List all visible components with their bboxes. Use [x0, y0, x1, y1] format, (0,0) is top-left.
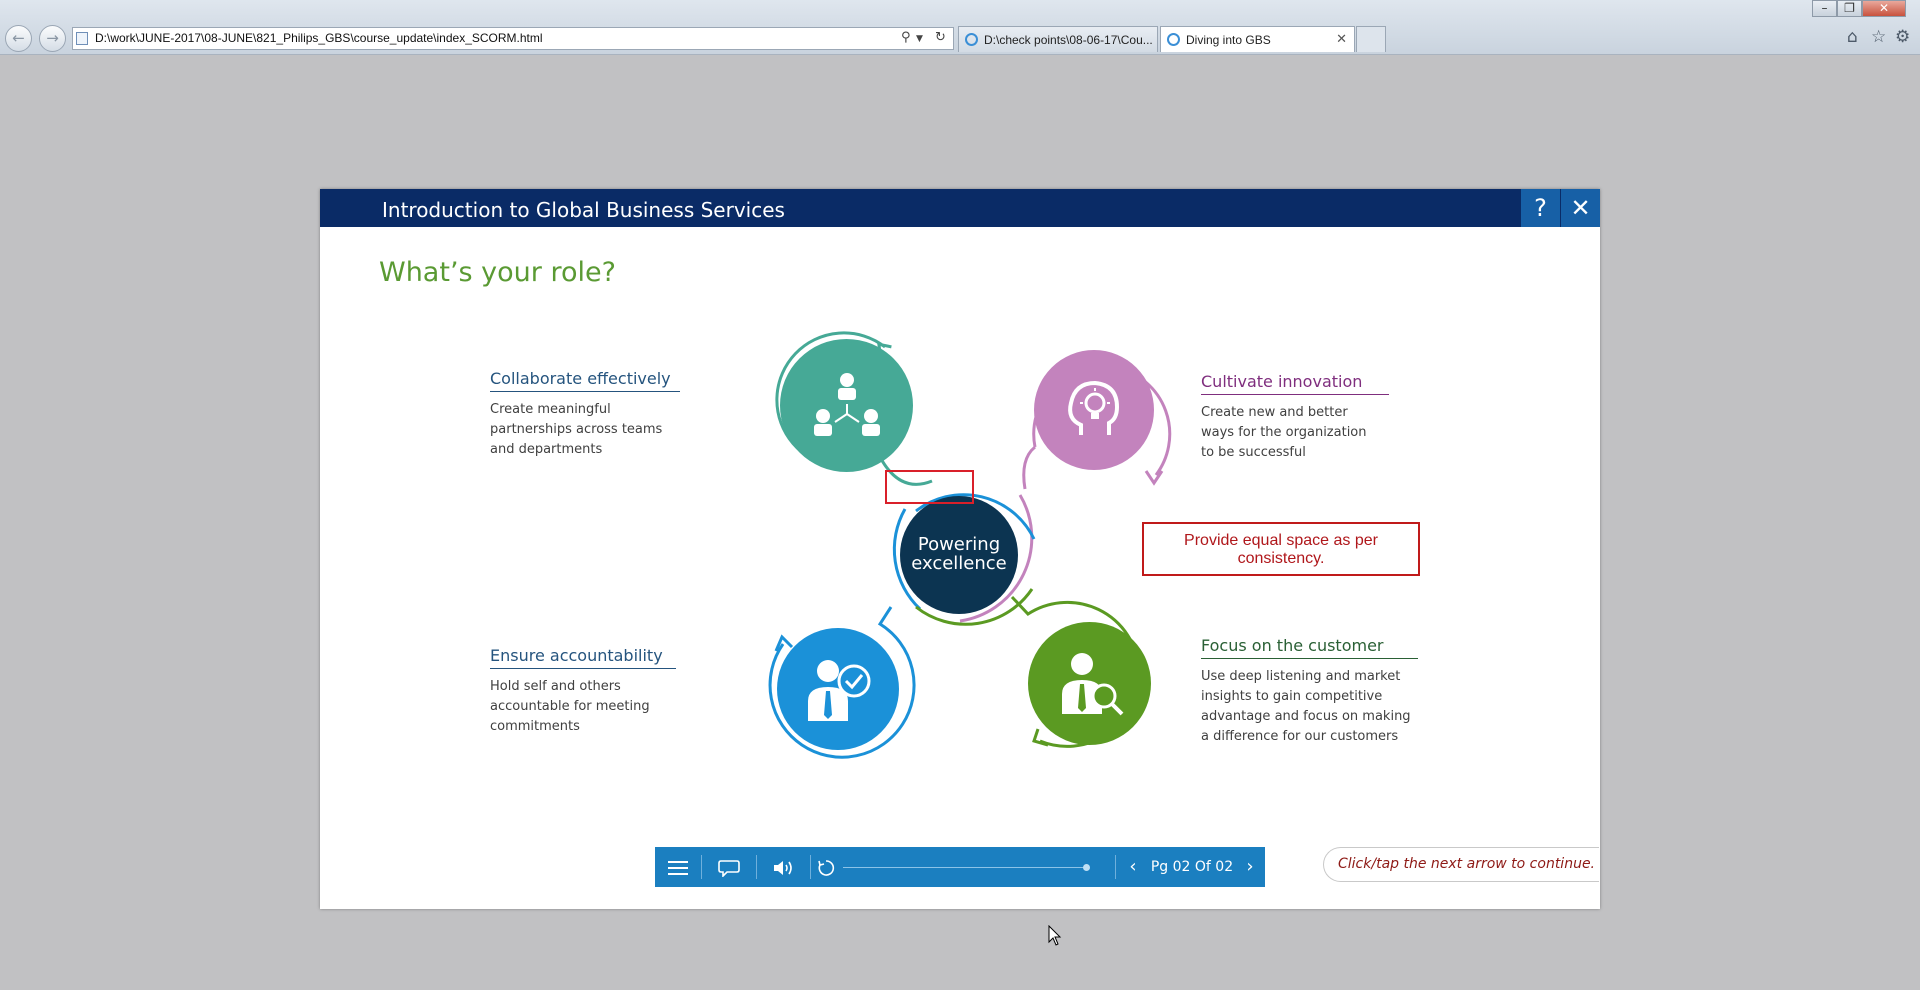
restore-icon[interactable]: ❐ — [1837, 0, 1862, 17]
course-window: Introduction to Global Business Services… — [320, 189, 1600, 909]
gear-icon[interactable]: ⚙ — [1895, 27, 1910, 47]
role-desc-accountability: Hold self and others accountable for mee… — [490, 679, 650, 734]
role-title-collaborate: Collaborate effectively — [490, 369, 680, 392]
star-icon[interactable]: ☆ — [1871, 27, 1886, 47]
center-line2: excellence — [911, 553, 1007, 574]
refresh-icon[interactable]: ↻ — [935, 30, 946, 45]
player-controls: ‹ Pg 02 Of 02 › — [655, 847, 1265, 887]
customer-circle[interactable] — [1028, 622, 1151, 745]
review-annotation: Provide equal space as per consistency. — [1142, 522, 1420, 576]
tab-diving-into-gbs[interactable]: Diving into GBS ✕ — [1160, 26, 1355, 52]
prev-page-button[interactable]: ‹ — [1121, 847, 1145, 887]
audio-button[interactable] — [757, 847, 810, 887]
center-line1: Powering — [917, 534, 1001, 555]
tab-check-points[interactable]: D:\check points\08-06-17\Cou... — [958, 26, 1158, 52]
role-desc-customer: Use deep listening and market insights t… — [1201, 669, 1411, 744]
innovate-circle[interactable] — [1034, 350, 1154, 470]
review-highlight-box — [885, 470, 974, 504]
menu-button[interactable] — [655, 847, 701, 887]
replay-button[interactable] — [811, 847, 841, 887]
back-button[interactable]: ← — [5, 25, 32, 52]
tab-close-icon[interactable]: ✕ — [1336, 31, 1347, 47]
role-title-accountability: Ensure accountability — [490, 646, 676, 669]
close-icon[interactable]: ✕ — [1862, 0, 1906, 17]
page-icon — [76, 32, 88, 45]
replay-icon — [818, 859, 835, 876]
speaker-icon — [773, 860, 792, 875]
role-desc-innovate: Create new and better ways for the organ… — [1201, 405, 1367, 460]
address-url: D:\work\JUNE-2017\08-JUNE\821_Philips_GB… — [95, 31, 543, 45]
person-magnifier-icon — [1061, 652, 1123, 715]
forward-button[interactable]: → — [39, 25, 66, 52]
home-icon[interactable]: ⌂ — [1847, 27, 1858, 47]
head-lightbulb-icon — [1068, 380, 1120, 435]
role-title-customer: Focus on the customer — [1201, 636, 1418, 659]
new-tab-button[interactable] — [1356, 26, 1386, 52]
role-desc-collaborate: Create meaningful partnerships across te… — [490, 402, 663, 457]
transcript-button[interactable] — [702, 847, 756, 887]
search-icon[interactable]: ⚲ — [901, 30, 911, 45]
speech-bubble-icon — [718, 859, 740, 878]
tab-label: Diving into GBS — [1186, 33, 1271, 47]
progress-track[interactable] — [843, 867, 1086, 868]
dropdown-icon[interactable]: ▼ — [916, 34, 923, 44]
address-bar[interactable]: D:\work\JUNE-2017\08-JUNE\821_Philips_GB… — [72, 27, 954, 50]
menu-icon — [668, 860, 688, 875]
collaborate-circle[interactable] — [780, 339, 913, 472]
person-check-icon — [808, 660, 871, 721]
browser-toolbar: – ❐ ✕ ← → D:\work\JUNE-2017\08-JUNE\821_… — [0, 0, 1920, 55]
tab-label: D:\check points\08-06-17\Cou... — [984, 33, 1153, 47]
minimize-icon[interactable]: – — [1812, 0, 1837, 17]
page-indicator: Pg 02 Of 02 — [1150, 859, 1234, 875]
browser-icon — [965, 33, 978, 46]
chevron-left-icon: ‹ — [1129, 856, 1137, 877]
accountability-circle[interactable] — [777, 628, 899, 750]
next-page-button[interactable]: › — [1238, 847, 1262, 887]
mouse-cursor-icon — [1048, 925, 1062, 946]
center-powering-excellence: Powering excellence — [900, 496, 1018, 614]
chevron-right-icon: › — [1246, 856, 1254, 877]
continue-hint: Click/tap the next arrow to continue. — [1323, 847, 1599, 882]
role-title-innovate: Cultivate innovation — [1201, 372, 1389, 395]
team-network-icon — [813, 372, 880, 436]
progress-knob[interactable] — [1083, 864, 1090, 871]
browser-icon — [1167, 33, 1180, 46]
